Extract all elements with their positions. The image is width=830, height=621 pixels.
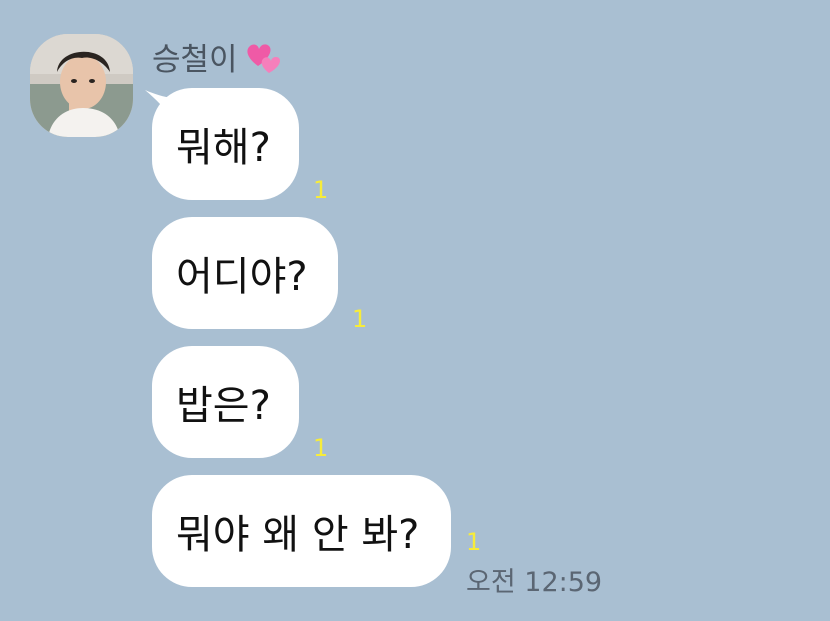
message-text: 뭐야 왜 안 봐? xyxy=(176,512,420,558)
message-bubble[interactable]: 어디야? xyxy=(152,217,338,329)
chat-screen: { "chat": { "sender_name": "승철이", "sende… xyxy=(0,0,830,621)
message-text: 어디야? xyxy=(176,254,308,300)
avatar-photo-icon xyxy=(30,34,133,137)
message-timestamp: 오전 12:59 xyxy=(466,567,603,598)
message-text: 밥은? xyxy=(176,383,271,429)
message-bubble[interactable]: 밥은? xyxy=(152,346,299,458)
unread-count: 1 xyxy=(313,434,329,462)
sender-name-row: 승철이 xyxy=(152,34,284,78)
unread-count: 1 xyxy=(313,176,329,204)
message-bubble[interactable]: 뭐야 왜 안 봐? xyxy=(152,475,451,587)
message-text: 뭐해? xyxy=(176,125,271,171)
unread-count: 1 xyxy=(466,528,482,556)
sender-avatar[interactable] xyxy=(30,34,133,137)
two-hearts-icon xyxy=(242,36,284,76)
unread-count: 1 xyxy=(352,305,368,333)
message-bubble[interactable]: 뭐해? xyxy=(152,88,299,200)
sender-name: 승철이 xyxy=(152,41,238,78)
